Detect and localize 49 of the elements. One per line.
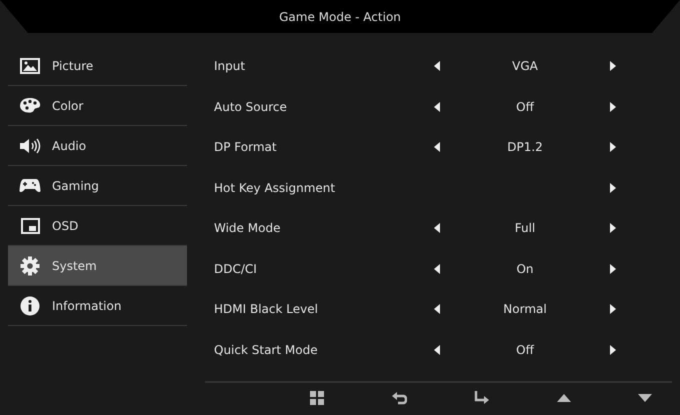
left-arrow-icon[interactable] <box>432 102 442 112</box>
sidebar-item[interactable]: Audio <box>8 126 187 166</box>
sidebar-item[interactable]: Color <box>8 86 187 126</box>
right-arrow-icon[interactable] <box>608 264 618 274</box>
setting-label: DP Format <box>214 140 278 154</box>
window-title: Game Mode - Action <box>279 10 401 24</box>
info-icon <box>20 296 40 316</box>
right-arrow-icon[interactable] <box>608 142 618 152</box>
right-arrow-icon[interactable] <box>608 182 618 193</box>
setting-label: HDMI Black Level <box>214 302 319 316</box>
right-arrow-icon[interactable] <box>608 304 618 314</box>
left-arrow-icon[interactable] <box>432 304 442 314</box>
return-arrow-icon[interactable] <box>391 391 407 405</box>
left-arrow-icon[interactable] <box>432 223 442 234</box>
grid-icon[interactable] <box>310 391 324 405</box>
gamepad-icon <box>19 178 41 193</box>
left-arrow-icon[interactable] <box>432 142 442 152</box>
setting-label: Auto Source <box>214 100 288 114</box>
right-arrow-icon[interactable] <box>608 102 618 112</box>
left-arrow-icon[interactable] <box>432 61 442 72</box>
right-arrow-icon[interactable] <box>608 344 618 355</box>
setting-value: DP1.2 <box>506 140 544 154</box>
setting-label: Quick Start Mode <box>214 342 319 357</box>
right-arrow-icon[interactable] <box>608 61 618 72</box>
setting-label: Input <box>214 59 246 74</box>
picture-icon <box>20 58 40 74</box>
sidebar-item[interactable]: Information <box>8 286 187 326</box>
enter-arrow-icon[interactable] <box>474 391 490 405</box>
window-icon <box>20 218 40 234</box>
sidebar-item[interactable]: Picture <box>8 46 187 86</box>
down-arrow-icon[interactable] <box>638 394 652 402</box>
setting-value: Full <box>514 221 536 236</box>
setting-value: VGA <box>511 59 539 74</box>
left-arrow-icon[interactable] <box>432 264 442 274</box>
setting-value: Normal <box>502 302 548 316</box>
sidebar-item[interactable]: Gaming <box>8 166 187 206</box>
setting-value: Off <box>515 100 536 114</box>
speaker-icon <box>19 138 41 154</box>
setting-value: On <box>515 262 535 276</box>
sidebar-item[interactable]: System <box>8 246 187 286</box>
palette-icon <box>19 97 41 114</box>
up-arrow-icon[interactable] <box>557 394 571 402</box>
right-arrow-icon[interactable] <box>608 223 618 234</box>
setting-value: Off <box>515 342 536 357</box>
left-arrow-icon[interactable] <box>432 344 442 355</box>
setting-label: Wide Mode <box>214 221 282 236</box>
setting-label: Hot Key Assignment <box>214 180 336 195</box>
setting-label: DDC/CI <box>214 262 258 276</box>
settings-icon <box>20 256 40 276</box>
